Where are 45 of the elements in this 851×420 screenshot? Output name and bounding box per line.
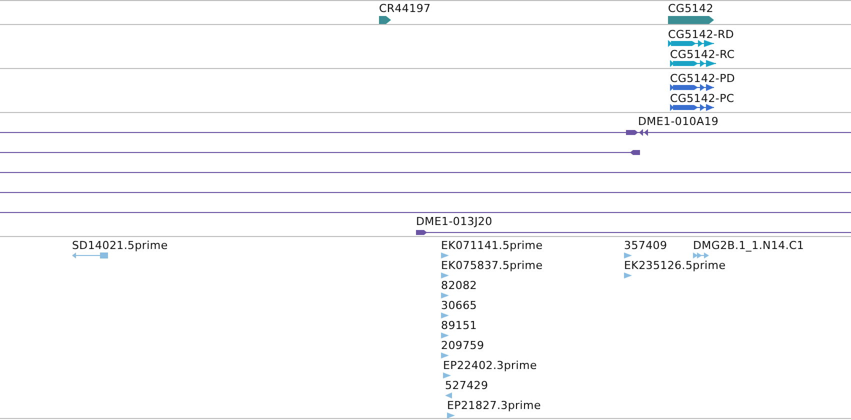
clone-line[interactable]: [0, 189, 851, 196]
est-label[interactable]: 82082: [441, 279, 477, 292]
transcript-exons-icon[interactable]: [670, 104, 714, 111]
transcript-label[interactable]: CG5142-PC: [670, 92, 734, 105]
est-arrow-icon[interactable]: [441, 312, 449, 319]
est-arrow-icon[interactable]: [693, 252, 709, 259]
est-arrow-icon[interactable]: [441, 352, 449, 359]
transcript-label[interactable]: CG5142-PD: [670, 72, 736, 85]
est-arrow-icon[interactable]: [441, 332, 449, 339]
est-label[interactable]: EK235126.5prime: [624, 259, 726, 272]
est-label[interactable]: 209759: [441, 339, 484, 352]
transcript-label[interactable]: CG5142-RC: [670, 48, 735, 61]
est-label[interactable]: SD14021.5prime: [72, 239, 168, 252]
est-label[interactable]: 30665: [441, 299, 477, 312]
est-arrow-icon[interactable]: [443, 372, 451, 379]
transcript-exons-icon[interactable]: [670, 60, 716, 67]
est-arrow-icon[interactable]: [441, 292, 449, 299]
clone-line[interactable]: [0, 149, 640, 156]
est-arrow-icon[interactable]: [624, 252, 632, 259]
est-arrow-icon[interactable]: [441, 252, 449, 259]
transcript-label[interactable]: CG5142-RD: [668, 28, 734, 41]
clone-line[interactable]: [416, 229, 851, 236]
est-label[interactable]: 357409: [624, 239, 668, 252]
est-label[interactable]: EP21827.3prime: [447, 399, 541, 412]
gene-label[interactable]: CR44197: [379, 2, 431, 15]
clone-line[interactable]: [0, 129, 851, 136]
est-label[interactable]: 527429: [445, 379, 488, 392]
gene-arrow-icon[interactable]: [379, 16, 391, 24]
transcript-exons-icon[interactable]: [670, 84, 714, 91]
transcript-exons-icon[interactable]: [668, 40, 714, 47]
est-label[interactable]: EK075837.5prime: [441, 259, 543, 272]
est-label[interactable]: EK071141.5prime: [441, 239, 543, 252]
est-label[interactable]: EP22402.3prime: [443, 359, 537, 372]
clone-line[interactable]: [0, 209, 851, 216]
est-arrow-icon[interactable]: [441, 272, 449, 279]
clone-label[interactable]: DME1-013J20: [416, 215, 492, 228]
gene-label[interactable]: CG5142: [668, 2, 714, 15]
est-label[interactable]: 89151: [441, 319, 477, 332]
est-arrow-icon[interactable]: [447, 412, 455, 419]
gene-arrow-icon[interactable]: [668, 16, 714, 24]
est-arrow-icon[interactable]: [624, 272, 632, 279]
est-arrow-icon[interactable]: [445, 392, 452, 399]
clone-label[interactable]: DME1-010A19: [638, 115, 719, 128]
est-label[interactable]: DMG2B.1_1.N14.C1: [693, 239, 804, 252]
clone-line[interactable]: [0, 169, 851, 176]
